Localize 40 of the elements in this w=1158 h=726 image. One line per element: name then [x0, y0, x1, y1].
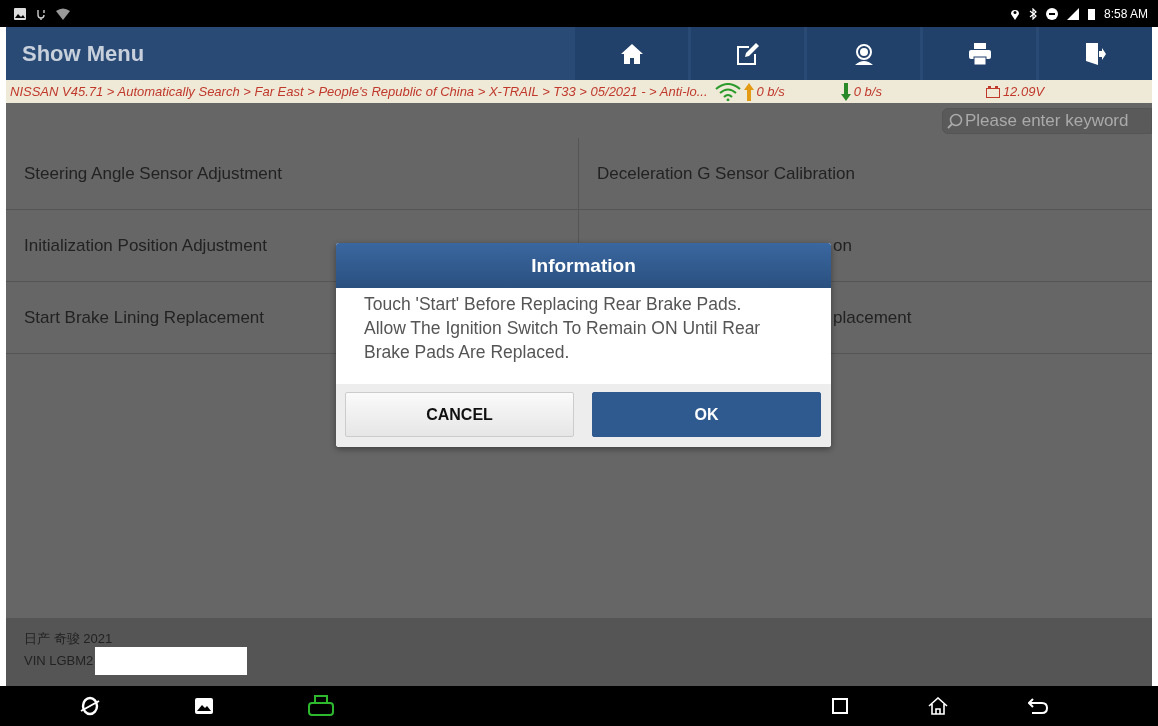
image-icon [14, 7, 26, 20]
page-title: Show Menu [21, 40, 145, 67]
download-rate: 0 b/s [853, 84, 882, 99]
dialog-title: Information [336, 243, 831, 288]
print-button[interactable] [923, 27, 1036, 80]
location-icon [1009, 7, 1020, 20]
browser-icon[interactable] [80, 696, 100, 716]
battery-voltage-icon [985, 85, 1000, 98]
menu-item[interactable]: Steering Angle Sensor Adjustment [6, 138, 579, 210]
cancel-button[interactable]: CANCEL [345, 392, 574, 437]
search-icon [947, 112, 963, 129]
bluetooth-icon [1028, 7, 1037, 20]
edit-button[interactable] [691, 27, 804, 80]
gallery-icon[interactable] [195, 698, 213, 714]
upload-arrow-icon [743, 82, 754, 101]
battery-icon [1087, 7, 1095, 20]
upload-rate: 0 b/s [756, 84, 785, 99]
wifi-icon [56, 7, 70, 20]
download-arrow-icon [840, 82, 851, 101]
back-icon[interactable] [1028, 698, 1048, 714]
printer-icon [968, 42, 991, 65]
exit-button[interactable] [1039, 27, 1152, 80]
menu-item[interactable]: Deceleration G Sensor Calibration [579, 138, 1152, 210]
recent-apps-icon[interactable] [832, 698, 848, 714]
clock-time: 8:58 AM [1103, 6, 1148, 21]
do-not-disturb-icon [1045, 7, 1058, 20]
wifi-icon [714, 82, 741, 101]
search-field[interactable]: Please enter keyword [942, 107, 1152, 134]
usb-icon [35, 7, 47, 20]
ok-button[interactable]: OK [592, 392, 821, 437]
home-button[interactable] [575, 27, 688, 80]
breadcrumb-path: NISSAN V45.71 > Automatically Search > Far East > People's Republic of China > X-TRAIL > T33 > 05/2021 - > Anti-lo... [10, 84, 708, 99]
support-button[interactable] [807, 27, 920, 80]
signal-icon [1066, 7, 1079, 20]
vci-connector-icon[interactable] [308, 695, 334, 717]
home-icon[interactable] [928, 697, 948, 715]
voltage-reading: 12.09V [1002, 84, 1045, 99]
home-icon [620, 43, 643, 64]
exit-door-icon [1085, 42, 1106, 65]
edit-icon [736, 42, 759, 65]
